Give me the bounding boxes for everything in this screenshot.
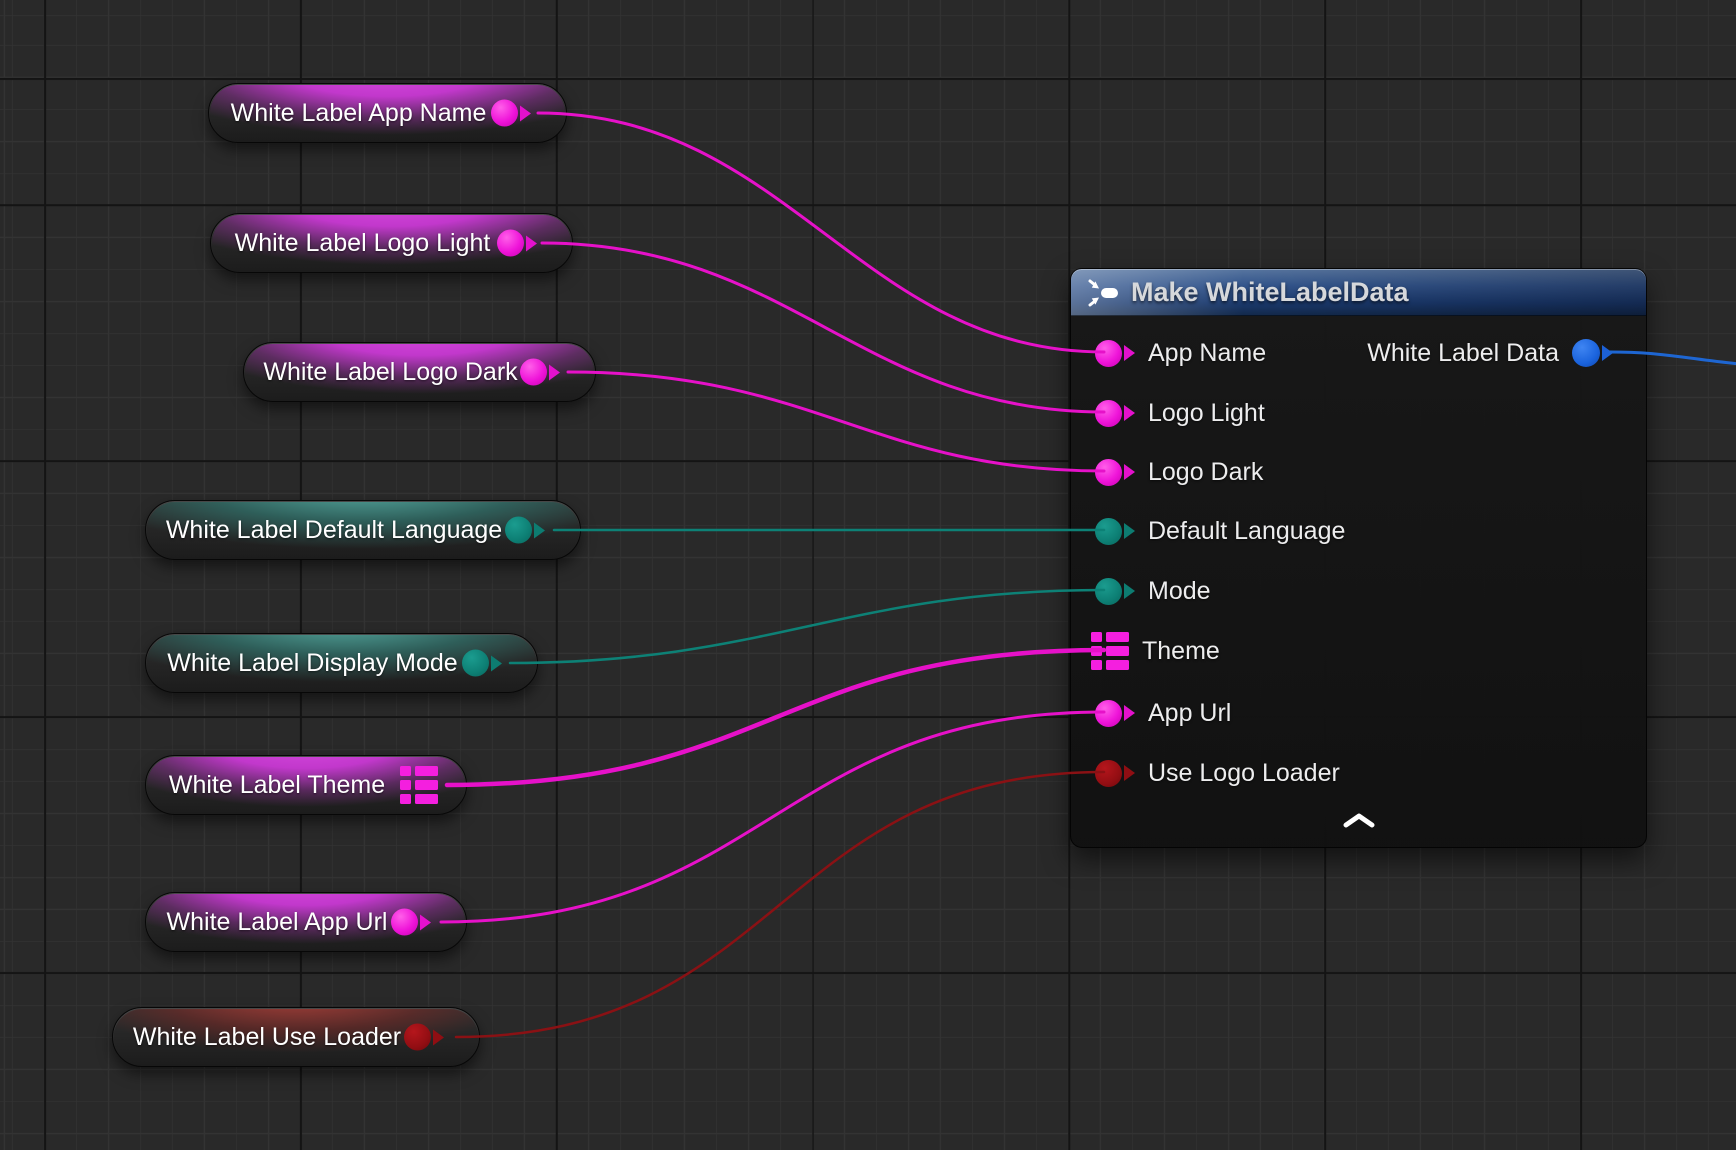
wire-logo-dark[interactable]	[568, 372, 1104, 471]
wire-logo-light[interactable]	[542, 243, 1104, 412]
wire-theme[interactable]	[447, 650, 1104, 785]
variable-node-white-label-app-url[interactable]: White Label App Url	[145, 892, 467, 952]
string-input-pin[interactable]	[1095, 459, 1135, 486]
pin-label: Theme	[1142, 639, 1220, 664]
pin-label: Default Language	[1148, 519, 1345, 544]
pin-label: Logo Dark	[1148, 460, 1263, 485]
input-row-default-language: Default Language	[1095, 511, 1345, 551]
pin-label: Use Logo Loader	[1148, 761, 1340, 786]
variable-label: White Label Logo Dark	[263, 360, 517, 385]
string-output-pin[interactable]	[491, 100, 531, 127]
bool-input-pin[interactable]	[1095, 760, 1135, 787]
wire-app-url[interactable]	[441, 712, 1104, 922]
input-row-mode: Mode	[1095, 571, 1211, 611]
enum-output-pin[interactable]	[462, 650, 502, 677]
pin-label: White Label Data	[1367, 341, 1559, 366]
input-row-app-url: App Url	[1095, 693, 1231, 733]
output-row-white-label-data: White Label Data	[1367, 333, 1613, 373]
input-row-logo-dark: Logo Dark	[1095, 452, 1263, 492]
wire-app-name[interactable]	[538, 113, 1104, 352]
variable-label: White Label Display Mode	[167, 651, 457, 676]
string-output-pin[interactable]	[497, 230, 537, 257]
variable-label: White Label Logo Light	[235, 231, 491, 256]
input-row-use-logo-loader: Use Logo Loader	[1095, 753, 1340, 793]
variable-node-white-label-app-name[interactable]: White Label App Name	[208, 83, 567, 143]
enum-input-pin[interactable]	[1095, 578, 1135, 605]
make-whitelabeldata-node[interactable]: Make WhiteLabelData App Name Logo Light …	[1070, 268, 1647, 848]
struct-output-pin[interactable]	[1572, 339, 1613, 367]
wire-display-mode[interactable]	[510, 590, 1104, 663]
string-output-pin[interactable]	[520, 359, 560, 386]
blueprint-graph-canvas[interactable]: White Label App Name White Label Logo Li…	[0, 0, 1736, 1150]
input-row-app-name: App Name	[1095, 333, 1266, 373]
pin-label: App Name	[1148, 341, 1266, 366]
string-input-pin[interactable]	[1095, 700, 1135, 727]
node-title-bar[interactable]: Make WhiteLabelData	[1071, 269, 1646, 316]
pin-label: Logo Light	[1148, 401, 1265, 426]
node-title: Make WhiteLabelData	[1131, 279, 1409, 306]
variable-label: White Label Theme	[169, 773, 385, 798]
variable-node-white-label-use-loader[interactable]: White Label Use Loader	[112, 1007, 480, 1067]
variable-node-white-label-default-language[interactable]: White Label Default Language	[145, 500, 581, 560]
variable-label: White Label Default Language	[166, 518, 502, 543]
make-struct-icon	[1087, 278, 1121, 308]
input-row-theme: Theme	[1095, 631, 1220, 671]
string-input-pin[interactable]	[1095, 340, 1135, 367]
struct-pin-icon[interactable]	[400, 766, 438, 804]
variable-node-white-label-theme[interactable]: White Label Theme	[145, 755, 467, 815]
variable-label: White Label App Name	[231, 101, 487, 126]
bool-output-pin[interactable]	[404, 1024, 444, 1051]
input-row-logo-light: Logo Light	[1095, 393, 1265, 433]
struct-input-pin-icon[interactable]	[1091, 632, 1129, 670]
enum-output-pin[interactable]	[505, 517, 545, 544]
string-output-pin[interactable]	[391, 909, 431, 936]
variable-node-white-label-display-mode[interactable]: White Label Display Mode	[145, 633, 538, 693]
pin-label: App Url	[1148, 701, 1231, 726]
variable-node-white-label-logo-dark[interactable]: White Label Logo Dark	[243, 342, 596, 402]
variable-label: White Label App Url	[167, 910, 388, 935]
pin-label: Mode	[1148, 579, 1211, 604]
string-input-pin[interactable]	[1095, 400, 1135, 427]
enum-input-pin[interactable]	[1095, 518, 1135, 545]
variable-label: White Label Use Loader	[133, 1025, 401, 1050]
collapse-chevron-button[interactable]	[1341, 812, 1377, 828]
wire-use-loader[interactable]	[456, 772, 1104, 1037]
variable-node-white-label-logo-light[interactable]: White Label Logo Light	[210, 213, 573, 273]
